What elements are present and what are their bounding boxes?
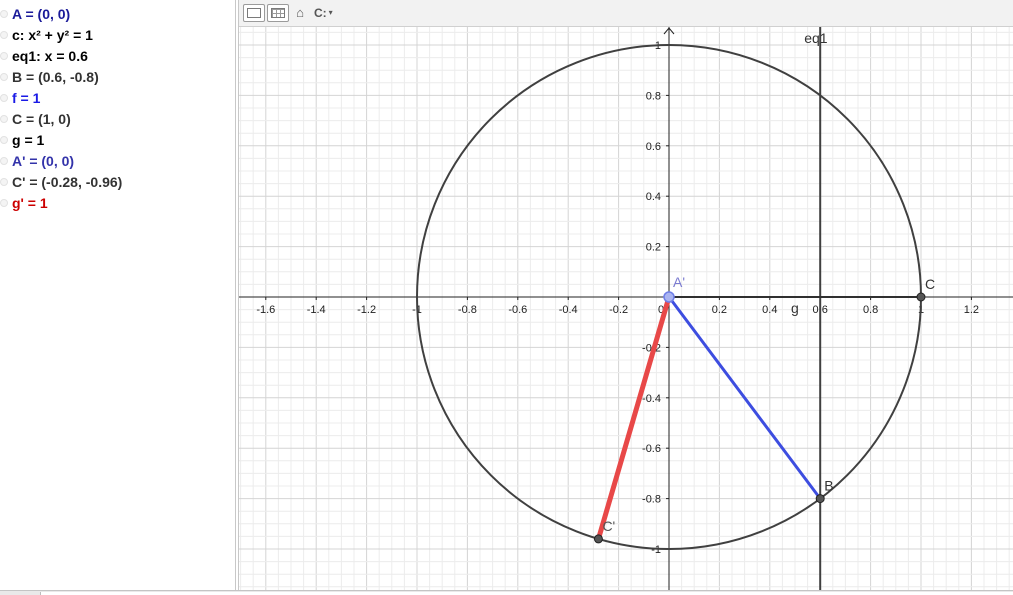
algebra-item[interactable]: eq1: x = 0.6 — [0, 46, 235, 67]
algebra-list: A = (0, 0) c: x² + y² = 1 eq1: x = 0.6 B = … — [0, 0, 235, 214]
y-tick-label: -0.6 — [642, 443, 661, 455]
x-tick-label: -0.2 — [609, 304, 628, 316]
algebra-item[interactable]: f = 1 — [0, 88, 235, 109]
visibility-toggle-icon[interactable] — [0, 115, 8, 123]
x-tick-label: 0.4 — [762, 304, 777, 316]
point-label: C' — [602, 518, 615, 534]
x-tick-label: -0.8 — [458, 304, 477, 316]
y-tick-label: -1 — [651, 544, 661, 556]
grid-toggle-button[interactable] — [267, 4, 289, 22]
graphics-style-bar: ⌂ C: ▾ — [239, 0, 1013, 27]
grid-toggle-icon — [271, 8, 285, 18]
algebra-item[interactable]: C' = (-0.28, -0.96) — [0, 172, 235, 193]
chevron-down-icon: ▾ — [328, 8, 333, 17]
x-tick-label: 1.2 — [964, 304, 979, 316]
algebra-item-text: f = 1 — [12, 90, 41, 106]
visibility-toggle-icon[interactable] — [0, 94, 8, 102]
caption-style-label: C: — [314, 6, 327, 20]
geogebra-window: A = (0, 0) c: x² + y² = 1 eq1: x = 0.6 B = … — [0, 0, 1013, 595]
x-tick-label: -1.4 — [307, 304, 326, 316]
line-eq1-label: eq1 — [804, 30, 828, 46]
algebra-item-text: eq1: x = 0.6 — [12, 48, 88, 64]
visibility-toggle-icon[interactable] — [0, 73, 8, 81]
algebra-item[interactable]: B = (0.6, -0.8) — [0, 67, 235, 88]
y-tick-label: 0.6 — [646, 141, 661, 153]
axes-toggle-button[interactable] — [243, 4, 265, 22]
y-tick-label: 0.8 — [646, 90, 661, 102]
segment-g-label: g — [791, 300, 799, 316]
algebra-item-text: A' = (0, 0) — [12, 153, 75, 169]
point-label: C — [925, 276, 935, 292]
caption-style-dropdown[interactable]: C: ▾ — [314, 4, 348, 22]
geometry-objects — [416, 27, 926, 590]
visibility-toggle-icon[interactable] — [0, 52, 8, 60]
point-label: A' — [673, 274, 685, 290]
y-tick-label: 0.2 — [646, 242, 661, 254]
point-A-prime[interactable] — [663, 291, 675, 303]
x-tick-label: -1.2 — [357, 304, 376, 316]
x-tick-label: 0.8 — [863, 304, 878, 316]
algebra-item[interactable]: C = (1, 0) — [0, 109, 235, 130]
visibility-toggle-icon[interactable] — [0, 199, 8, 207]
point-C[interactable] — [916, 292, 926, 302]
algebra-item-text: c: x² + y² = 1 — [12, 27, 93, 43]
algebra-item[interactable]: g' = 1 — [0, 193, 235, 214]
home-icon: ⌂ — [296, 5, 304, 20]
algebra-item-text: C = (1, 0) — [12, 111, 71, 127]
point-B[interactable] — [815, 494, 825, 504]
axes: -1.6-1.4-1.2-1-0.8-0.6-0.4-0.200.20.40.6… — [239, 27, 1013, 590]
home-button[interactable]: ⌂ — [292, 4, 308, 22]
y-tick-label: -0.8 — [642, 494, 661, 506]
visibility-toggle-icon[interactable] — [0, 157, 8, 165]
input-bar — [0, 590, 1013, 595]
point-label: B — [824, 478, 833, 494]
visibility-toggle-icon[interactable] — [0, 178, 8, 186]
point-C-prime[interactable] — [593, 534, 603, 544]
algebra-item[interactable]: A' = (0, 0) — [0, 151, 235, 172]
object-labels: eq1 g A' B C C' — [602, 30, 935, 534]
x-tick-label: -0.4 — [559, 304, 578, 316]
axes-toggle-icon — [247, 8, 261, 18]
visibility-toggle-icon[interactable] — [0, 136, 8, 144]
algebra-item-text: g = 1 — [12, 132, 45, 148]
visibility-toggle-icon[interactable] — [0, 10, 8, 18]
algebra-item-text: g' = 1 — [12, 195, 48, 211]
visibility-toggle-icon[interactable] — [0, 31, 8, 39]
algebra-item-text: C' = (-0.28, -0.96) — [12, 174, 123, 190]
graphics-canvas[interactable]: -1.6-1.4-1.2-1-0.8-0.6-0.4-0.200.20.40.6… — [239, 0, 1013, 590]
algebra-item-text: B = (0.6, -0.8) — [12, 69, 99, 85]
y-tick-label: 0.4 — [646, 191, 661, 203]
x-tick-label: 0.2 — [712, 304, 727, 316]
algebra-item-text: A = (0, 0) — [12, 6, 71, 22]
x-tick-label: -0.6 — [508, 304, 527, 316]
algebra-item[interactable]: g = 1 — [0, 130, 235, 151]
algebra-view: A = (0, 0) c: x² + y² = 1 eq1: x = 0.6 B = … — [0, 0, 236, 590]
algebra-item[interactable]: c: x² + y² = 1 — [0, 25, 235, 46]
x-tick-label: -1.6 — [256, 304, 275, 316]
graphics-view[interactable]: ⌂ C: ▾ -1.6 -1.4 -1.2 -1 -0.8 -0.6 -0.4 -0.2 0 0.2… — [238, 0, 1013, 590]
y-tick-label: -0.4 — [642, 393, 661, 405]
algebra-item[interactable]: A = (0, 0) — [0, 4, 235, 25]
